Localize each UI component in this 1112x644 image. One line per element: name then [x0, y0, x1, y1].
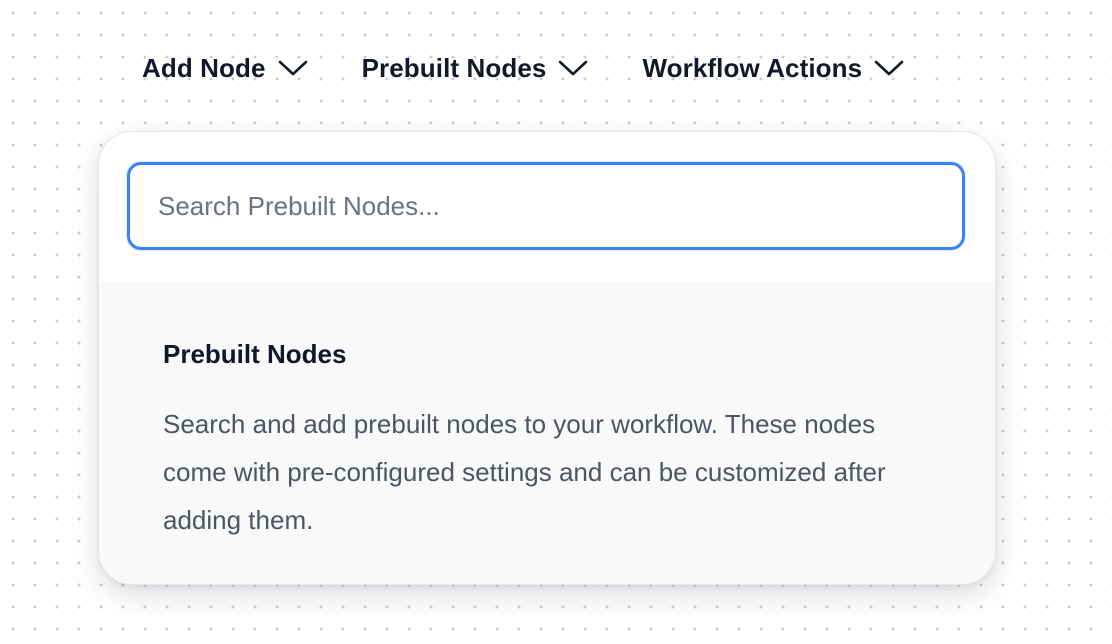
prebuilt-nodes-label: Prebuilt Nodes — [361, 52, 547, 83]
prebuilt-nodes-dropdown-panel: Prebuilt Nodes Search and add prebuilt n… — [98, 131, 996, 585]
info-description: Search and add prebuilt nodes to your wo… — [163, 409, 886, 535]
chevron-down-icon — [558, 59, 588, 77]
add-node-menu-button[interactable]: Add Node — [142, 46, 308, 90]
add-node-label: Add Node — [142, 52, 266, 83]
search-prebuilt-nodes-input[interactable] — [127, 162, 965, 250]
info-heading: Prebuilt Nodes — [163, 339, 347, 369]
chevron-down-icon — [278, 59, 308, 77]
prebuilt-nodes-menu-button[interactable]: Prebuilt Nodes — [362, 46, 589, 90]
workflow-actions-menu-button[interactable]: Workflow Actions — [642, 46, 904, 90]
chevron-down-icon — [874, 59, 904, 77]
search-section — [99, 132, 995, 282]
info-section: Prebuilt Nodes Search and add prebuilt n… — [99, 282, 995, 544]
toolbar-menubar: Add Node Prebuilt Nodes Workflow Actions — [142, 46, 904, 90]
workflow-actions-label: Workflow Actions — [642, 52, 863, 83]
